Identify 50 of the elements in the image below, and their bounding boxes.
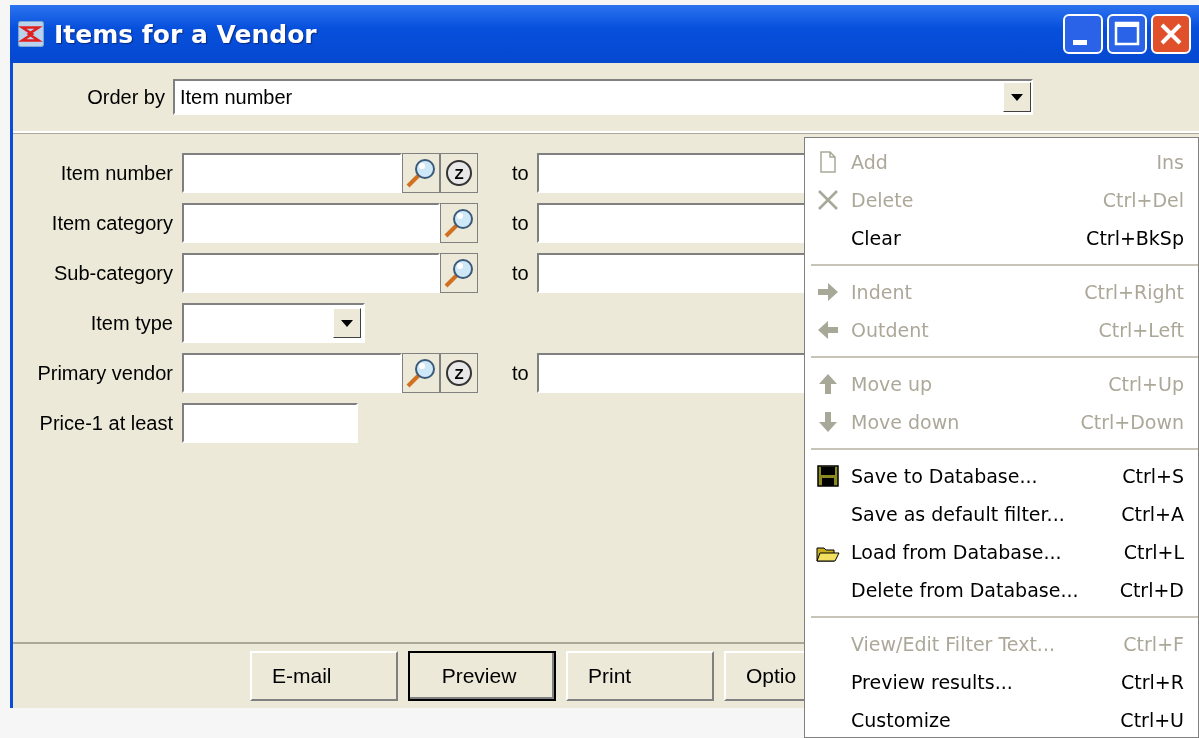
dialog-button[interactable]: Preview	[408, 651, 556, 701]
order-by-label: Order by	[86, 85, 165, 109]
right-arrow-icon	[816, 280, 840, 304]
down-arrow-icon	[816, 410, 840, 434]
dropdown-arrow-icon	[341, 319, 353, 327]
dialog-button[interactable]: Print	[566, 651, 714, 701]
field-label: Sub-category	[53, 261, 173, 285]
magnifier-icon	[405, 158, 437, 188]
magnifier-icon	[443, 208, 475, 238]
menu-item[interactable]: Load from Database... Ctrl+L	[805, 533, 1198, 571]
zoom-button[interactable]: Z	[440, 353, 478, 393]
input-field[interactable]	[182, 403, 358, 443]
input-field[interactable]	[182, 253, 440, 293]
to-label: to	[512, 161, 529, 185]
window-title: Items for a Vendor	[54, 19, 317, 49]
magnifier-icon	[443, 258, 475, 288]
to-label: to	[512, 261, 529, 285]
magnifier-icon	[405, 358, 437, 388]
app-icon	[18, 21, 44, 47]
cross-icon	[816, 188, 840, 212]
input-field[interactable]	[182, 203, 440, 243]
save-icon	[816, 464, 840, 488]
input-field[interactable]	[182, 153, 402, 193]
search-button[interactable]	[440, 203, 478, 243]
maximize-button[interactable]	[1107, 14, 1147, 54]
order-by-dropdown[interactable]: Item number	[173, 79, 1033, 115]
minimize-button[interactable]	[1063, 14, 1103, 54]
to-label: to	[512, 211, 529, 235]
item-type-dropdown[interactable]	[182, 303, 365, 343]
field-label: Price-1 at least	[38, 411, 173, 435]
close-button[interactable]	[1151, 14, 1191, 54]
up-arrow-icon	[816, 372, 840, 396]
zoom-button[interactable]: Z	[440, 153, 478, 193]
menu-item[interactable]: Save to Database... Ctrl+S	[805, 457, 1198, 495]
field-label: Item category	[50, 211, 173, 235]
dialog-button[interactable]: E-mail	[250, 651, 398, 701]
menu-item[interactable]: Save as default filter... Ctrl+A	[805, 495, 1198, 533]
search-button[interactable]	[402, 353, 440, 393]
field-label: Item number	[59, 161, 173, 185]
left-arrow-icon	[816, 318, 840, 342]
menu-item[interactable]: Delete from Database... Ctrl+D	[805, 571, 1198, 609]
menu-item[interactable]: Clear Ctrl+BkSp	[805, 219, 1198, 257]
to-label: to	[512, 361, 529, 385]
dropdown-arrow-icon	[1011, 93, 1023, 101]
search-button[interactable]	[402, 153, 440, 193]
search-button[interactable]	[440, 253, 478, 293]
menu-item[interactable]: Customize Ctrl+U	[805, 701, 1198, 738]
input-field[interactable]	[182, 353, 402, 393]
field-label: Primary vendor	[36, 361, 173, 385]
field-label: Item type	[89, 311, 173, 335]
